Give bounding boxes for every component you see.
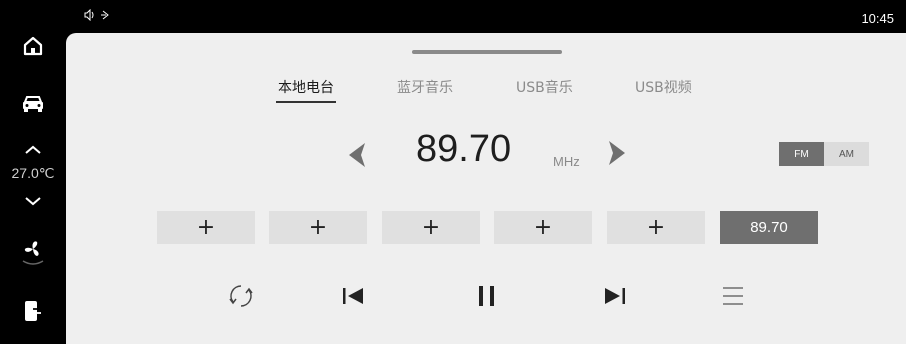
skip-previous-icon: [343, 288, 363, 304]
fan-icon[interactable]: [0, 236, 66, 268]
preset-6-button[interactable]: 89.70: [720, 211, 818, 244]
volume-icon: [84, 8, 109, 22]
pause-button[interactable]: [467, 281, 507, 311]
status-icons: [84, 8, 112, 24]
frequency-display: 89.70: [416, 128, 512, 170]
frequency-unit: MHz: [553, 154, 580, 169]
tab-bluetooth-music[interactable]: 蓝牙音乐: [397, 77, 453, 97]
source-tabs: 本地电台 蓝牙音乐 USB音乐 USB视频: [66, 77, 906, 103]
drag-handle[interactable]: [412, 50, 562, 54]
previous-button[interactable]: [333, 281, 373, 311]
preset-3-button[interactable]: +: [382, 211, 480, 244]
clock: 10:45: [861, 11, 894, 26]
temperature-readout: 27.0℃: [11, 165, 55, 181]
preset-5-button[interactable]: +: [607, 211, 705, 244]
band-am-button[interactable]: AM: [824, 142, 869, 166]
temp-down-icon[interactable]: [0, 193, 66, 209]
preset-4-button[interactable]: +: [494, 211, 592, 244]
car-icon[interactable]: [0, 90, 66, 118]
tab-usb-video[interactable]: USB视频: [635, 77, 692, 97]
preset-2-button[interactable]: +: [269, 211, 367, 244]
tab-usb-music[interactable]: USB音乐: [516, 77, 573, 97]
status-bar: 10:45: [66, 0, 906, 33]
band-fm-button[interactable]: FM: [779, 142, 824, 166]
phone-mirror-icon[interactable]: [0, 297, 66, 325]
sidebar: 27.0℃: [0, 0, 66, 344]
temp-up-icon[interactable]: [0, 142, 66, 158]
seek-up-button[interactable]: [607, 139, 629, 171]
scan-button[interactable]: [221, 281, 261, 311]
pause-icon: [479, 286, 494, 306]
radio-panel: 本地电台 蓝牙音乐 USB音乐 USB视频 89.70 MHz FM AM + …: [66, 33, 906, 344]
tab-local-radio[interactable]: 本地电台: [276, 77, 336, 103]
refresh-icon: [229, 285, 253, 307]
preset-1-button[interactable]: +: [157, 211, 255, 244]
arrow-left-icon: [349, 143, 365, 167]
skip-next-icon: [605, 288, 625, 304]
arrow-right-icon: [609, 141, 625, 165]
next-button[interactable]: [595, 281, 635, 311]
station-list-button[interactable]: [713, 281, 753, 311]
home-icon[interactable]: [0, 32, 66, 60]
seek-down-button[interactable]: [345, 141, 367, 173]
menu-list-icon: [723, 287, 743, 305]
